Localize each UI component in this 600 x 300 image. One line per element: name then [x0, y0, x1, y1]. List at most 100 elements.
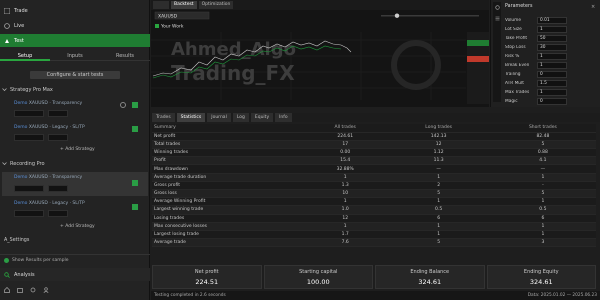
table-row[interactable]: Winning trades 0.00 1.12 0.88: [152, 148, 596, 158]
add-strategy-link-2[interactable]: + Add Strategy: [60, 224, 95, 229]
table-row[interactable]: Losing trades 12 6 6: [152, 214, 596, 223]
table-row[interactable]: Net profit 224.61 142.13 82.48: [152, 132, 596, 141]
folder-icon[interactable]: [17, 287, 23, 293]
table-row[interactable]: Largest winning trade 1.0 0.5 0.5: [152, 205, 596, 215]
tab-optimization[interactable]: Optimization: [198, 1, 234, 9]
nav-item-label: Test: [14, 37, 24, 44]
table-row[interactable]: Largest losing trade 1.7 1 1: [152, 230, 596, 240]
table-cell: 1: [302, 173, 388, 182]
user-icon[interactable]: [43, 287, 49, 293]
strategy-item-4[interactable]: Demo XAUUSD · Legacy · SL/TP: [14, 200, 124, 207]
add-strategy-link-1[interactable]: + Add Strategy: [60, 147, 95, 152]
strategy-symbol: XAUUSD: [28, 125, 48, 130]
param-value[interactable]: 30: [537, 43, 567, 51]
strategy-suffix: · Transparency: [49, 101, 83, 106]
param-value[interactable]: 50: [537, 34, 567, 42]
nav-item-live[interactable]: Live: [0, 19, 150, 32]
table-row[interactable]: Average trade duration 1 1 1: [152, 173, 596, 182]
table-cell: 11.3: [387, 156, 490, 166]
param-label: Max Trades: [505, 89, 530, 95]
strategy-4-field-b[interactable]: [48, 210, 68, 217]
param-value[interactable]: 1: [537, 52, 567, 60]
subtab-setup[interactable]: Setup: [0, 51, 50, 61]
table-cell: —: [387, 164, 490, 174]
tab-backtest[interactable]: Backtest: [171, 1, 197, 9]
param-value[interactable]: 1.5: [537, 79, 567, 87]
table-cell: 5: [387, 238, 490, 248]
param-row: ATR Mult 1.5: [505, 79, 597, 87]
table-row[interactable]: Gross loss 10 5 5: [152, 189, 596, 199]
strategy-2-run-button[interactable]: [132, 126, 138, 132]
tab-log[interactable]: Log: [232, 113, 249, 122]
tab-statistics[interactable]: Statistics: [176, 113, 206, 122]
list-icon[interactable]: [495, 16, 500, 21]
analysis-row[interactable]: Analysis: [0, 268, 150, 281]
table-row[interactable]: Max consecutive losses 1 1 1: [152, 222, 596, 231]
table-cell: 0.5: [387, 205, 490, 215]
subtab-inputs[interactable]: Inputs: [50, 51, 100, 61]
table-row[interactable]: Average Winning Profit 1 1 1: [152, 197, 596, 207]
gear-icon[interactable]: [30, 287, 36, 293]
table-row[interactable]: Average trade 7.6 5 3: [152, 238, 596, 248]
strategy-3-run-button[interactable]: [132, 180, 138, 186]
nav-item-trade[interactable]: Trade: [0, 4, 150, 17]
param-value[interactable]: 1: [537, 25, 567, 33]
param-value[interactable]: 1: [537, 88, 567, 96]
close-icon[interactable]: ×: [591, 4, 595, 10]
param-value[interactable]: 0: [537, 97, 567, 105]
table-cell: 32.88%: [302, 164, 388, 174]
param-row: Lot Size 1: [505, 25, 597, 33]
strategy-1-field-b[interactable]: [48, 110, 68, 117]
table-header-cell[interactable]: Long trades: [387, 124, 490, 133]
settings-label: A_Settings: [4, 238, 30, 243]
nav-item-label: Live: [14, 22, 25, 29]
strategy-3-field-b[interactable]: [48, 185, 68, 192]
table-header-cell[interactable]: Short trades: [489, 124, 596, 133]
table-header-cell[interactable]: All trades: [302, 124, 388, 133]
table-cell: 142.13: [387, 132, 490, 141]
playback-slider-thumb[interactable]: [394, 13, 400, 18]
table-cell: 6: [489, 214, 596, 223]
strategy-3-field-a[interactable]: [14, 185, 44, 192]
window-menu-tab[interactable]: [153, 1, 169, 9]
your-work-label: Your Work: [160, 24, 184, 30]
table-row[interactable]: Profit 15.4 11.3 4.1: [152, 156, 596, 166]
table-cell: Gross loss: [152, 189, 303, 199]
table-row[interactable]: Total trades 17 12 5: [152, 140, 596, 150]
table-cell: 17: [302, 140, 388, 150]
equity-chart[interactable]: XAUUSD Your Work Ahmed_Algo Trading_FX: [151, 10, 489, 107]
subtab-results[interactable]: Results: [100, 51, 150, 61]
status-bar: Testing completed in 2.6 seconds Data: 2…: [151, 291, 600, 300]
tab-trades[interactable]: Trades: [152, 113, 175, 122]
param-value[interactable]: 0: [537, 70, 567, 78]
strategy-item-1[interactable]: Demo XAUUSD · Transparency: [14, 100, 124, 107]
strategy-4-run-button[interactable]: [132, 204, 138, 210]
settings-icon[interactable]: [494, 5, 500, 10]
tab-journal[interactable]: Journal: [207, 113, 231, 122]
recording-section-header[interactable]: Recording Pro: [2, 159, 148, 168]
strategy-section-header[interactable]: Strategy Pro Max: [2, 85, 148, 94]
home-icon[interactable]: [4, 287, 10, 293]
strategy-1-radio[interactable]: [120, 102, 126, 108]
param-value[interactable]: 1: [537, 61, 567, 69]
strategy-item-2[interactable]: Demo XAUUSD · Legacy · SL/TP: [14, 124, 124, 131]
tab-equity[interactable]: Equity: [250, 113, 274, 122]
toggle-dot[interactable]: [4, 258, 9, 263]
tab-info[interactable]: Info: [275, 113, 292, 122]
table-cell: 5: [489, 140, 596, 150]
param-value[interactable]: 0.01: [537, 16, 567, 24]
table-row[interactable]: Max drawdown 32.88% — —: [152, 164, 596, 174]
configure-tests-button[interactable]: Configure & start tests: [30, 71, 120, 79]
strategy-1-run-button[interactable]: [132, 102, 138, 108]
strategy-4-field-a[interactable]: [14, 210, 44, 217]
strategy-1-field-a[interactable]: [14, 110, 44, 117]
param-label: Break Even: [505, 62, 530, 68]
strategy-item-3[interactable]: Demo XAUUSD · Transparency: [14, 174, 124, 181]
table-cell: Max consecutive losses: [152, 222, 303, 231]
table-header-cell[interactable]: Summary: [152, 124, 303, 133]
nav-item-test[interactable]: Test: [0, 34, 150, 47]
your-work-checkbox[interactable]: [155, 24, 159, 28]
strategy-2-field-a[interactable]: [14, 134, 44, 141]
table-row[interactable]: Gross profit 1.3 2-: [152, 181, 596, 191]
strategy-2-field-b[interactable]: [48, 134, 68, 141]
